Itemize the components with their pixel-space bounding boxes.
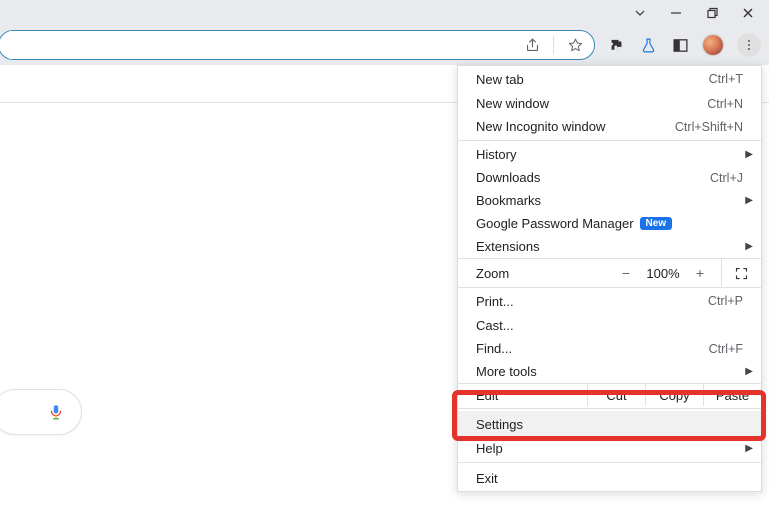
menu-shortcut: Ctrl+N xyxy=(707,97,743,111)
omnibox xyxy=(0,30,595,60)
star-icon[interactable] xyxy=(566,36,584,54)
menu-item-zoom: Zoom − 100% + xyxy=(458,258,761,288)
toolbar-actions xyxy=(595,33,761,57)
menu-label: Find... xyxy=(476,341,512,356)
mic-icon xyxy=(47,401,65,423)
cut-button[interactable]: Cut xyxy=(587,384,645,406)
menu-separator xyxy=(458,408,761,409)
chevron-right-icon: ▶ xyxy=(745,443,753,454)
menu-item-exit[interactable]: Exit xyxy=(458,465,761,491)
zoom-label: Zoom xyxy=(458,266,611,281)
chrome-main-menu: New tab Ctrl+T New window Ctrl+N New Inc… xyxy=(457,65,762,492)
menu-label: Settings xyxy=(476,417,523,432)
chevron-right-icon: ▶ xyxy=(745,149,753,160)
menu-label: New Incognito window xyxy=(476,119,605,134)
minimize-icon[interactable] xyxy=(667,4,685,22)
menu-label: Help xyxy=(476,441,503,456)
menu-shortcut: Ctrl+F xyxy=(709,342,743,356)
voice-search[interactable] xyxy=(0,389,82,435)
window-titlebar xyxy=(0,0,769,25)
maximize-restore-icon[interactable] xyxy=(703,4,721,22)
reading-list-icon[interactable] xyxy=(671,36,689,54)
edit-label: Edit xyxy=(458,388,587,403)
menu-item-help[interactable]: Help ▶ xyxy=(458,437,761,460)
new-badge: New xyxy=(640,217,673,230)
paste-button[interactable]: Paste xyxy=(703,384,761,406)
chrome-menu-button[interactable] xyxy=(737,33,761,57)
chevron-down-icon[interactable] xyxy=(631,4,649,22)
menu-label: Google Password Manager xyxy=(476,216,634,231)
fullscreen-button[interactable] xyxy=(721,258,761,288)
menu-item-new-tab[interactable]: New tab Ctrl+T xyxy=(458,66,761,92)
menu-label: Cast... xyxy=(476,318,514,333)
menu-shortcut: Ctrl+T xyxy=(709,72,743,86)
chevron-right-icon: ▶ xyxy=(745,241,753,252)
chevron-right-icon: ▶ xyxy=(745,195,753,206)
menu-item-bookmarks[interactable]: Bookmarks ▶ xyxy=(458,189,761,212)
flask-icon[interactable] xyxy=(639,36,657,54)
menu-item-history[interactable]: History ▶ xyxy=(458,143,761,166)
menu-shortcut: Ctrl+Shift+N xyxy=(675,120,743,134)
menu-label: More tools xyxy=(476,364,537,379)
zoom-value: 100% xyxy=(641,266,685,281)
menu-item-password-manager[interactable]: Google Password Manager New xyxy=(458,212,761,235)
menu-item-extensions[interactable]: Extensions ▶ xyxy=(458,235,761,258)
menu-label: History xyxy=(476,147,516,162)
menu-separator xyxy=(458,462,761,463)
menu-item-cast[interactable]: Cast... xyxy=(458,314,761,337)
menu-label: Exit xyxy=(476,471,498,486)
zoom-out-button[interactable]: − xyxy=(611,265,641,281)
menu-label: Extensions xyxy=(476,239,540,254)
zoom-in-button[interactable]: + xyxy=(685,265,715,281)
menu-separator xyxy=(458,140,761,141)
browser-toolbar xyxy=(0,25,769,65)
profile-avatar[interactable] xyxy=(703,35,723,55)
chevron-right-icon: ▶ xyxy=(745,366,753,377)
copy-button[interactable]: Copy xyxy=(645,384,703,406)
address-input[interactable] xyxy=(9,31,511,59)
menu-item-print[interactable]: Print... Ctrl+P xyxy=(458,288,761,314)
menu-item-more-tools[interactable]: More tools ▶ xyxy=(458,360,761,383)
menu-item-new-window[interactable]: New window Ctrl+N xyxy=(458,92,761,115)
puzzle-icon[interactable] xyxy=(607,36,625,54)
menu-item-settings[interactable]: Settings xyxy=(458,411,761,437)
omnibox-divider xyxy=(553,36,554,54)
menu-item-new-incognito[interactable]: New Incognito window Ctrl+Shift+N xyxy=(458,115,761,138)
close-icon[interactable] xyxy=(739,4,757,22)
share-icon[interactable] xyxy=(523,36,541,54)
menu-item-edit: Edit Cut Copy Paste xyxy=(458,383,761,406)
menu-label: New window xyxy=(476,96,549,111)
menu-shortcut: Ctrl+J xyxy=(710,171,743,185)
menu-label: Bookmarks xyxy=(476,193,541,208)
menu-item-find[interactable]: Find... Ctrl+F xyxy=(458,337,761,360)
menu-label: New tab xyxy=(476,72,524,87)
menu-label: Print... xyxy=(476,294,514,309)
menu-item-downloads[interactable]: Downloads Ctrl+J xyxy=(458,166,761,189)
menu-shortcut: Ctrl+P xyxy=(708,294,743,308)
menu-label: Downloads xyxy=(476,170,540,185)
